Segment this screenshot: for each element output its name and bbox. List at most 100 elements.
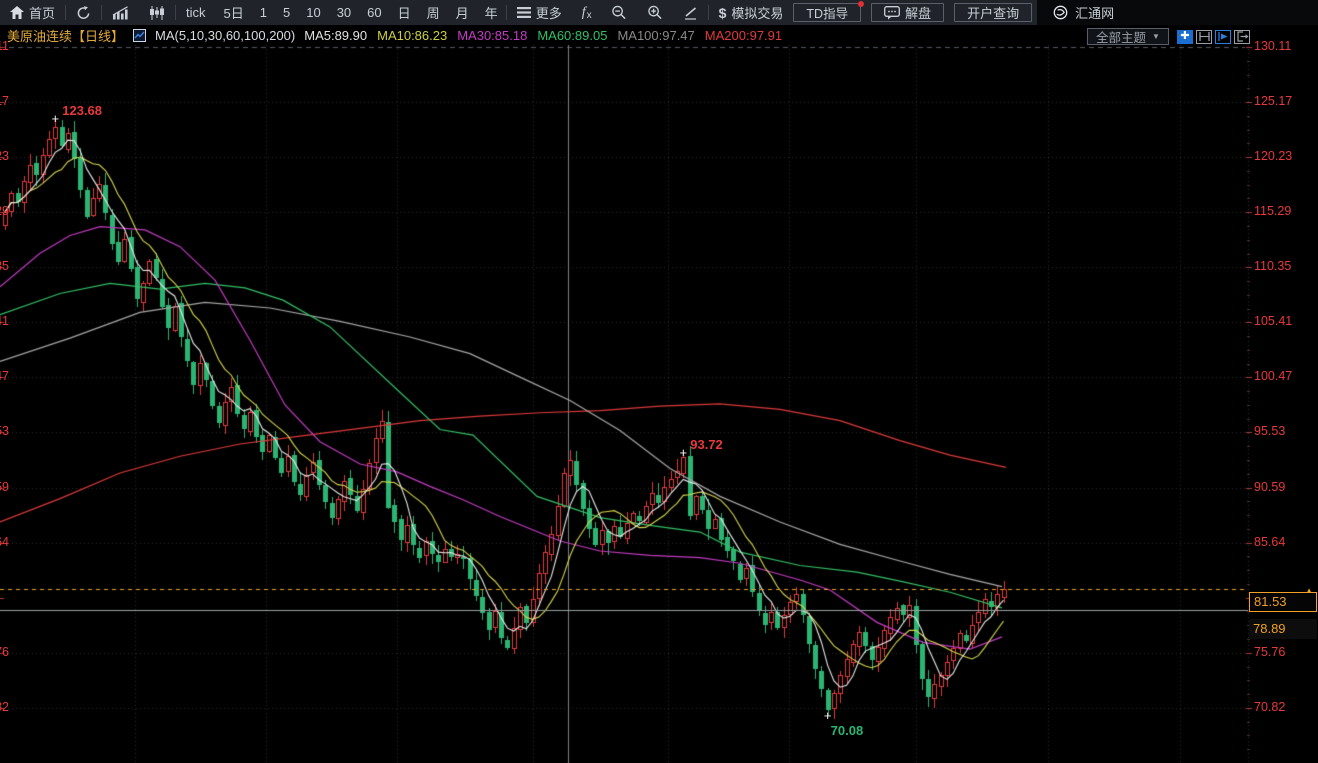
fit-width-icon[interactable]: [1196, 30, 1212, 44]
dollar-icon: $: [719, 5, 727, 21]
price-axis-label: 130.11: [1254, 39, 1291, 53]
toolbar-period-60[interactable]: 60: [359, 0, 389, 25]
toolbar-period-10[interactable]: 10: [298, 0, 328, 25]
toolbar-item-label: 汇通网: [1075, 3, 1114, 22]
toolbar-period-month[interactable]: 月: [448, 0, 477, 25]
toolbar-period-1[interactable]: 1: [252, 0, 275, 25]
toolbar-item-label: 60: [367, 5, 381, 20]
left-axis-clipped-text: 95.53: [0, 424, 9, 438]
price-axis-label: 115.29: [1254, 204, 1291, 218]
toolbar-item-label: 首页: [29, 3, 55, 22]
toolbar-account-query[interactable]: 开户查询: [954, 3, 1032, 22]
symbol-title: 美原油连续【日线】: [7, 26, 124, 45]
left-axis-clipped-text: 75.76: [0, 645, 9, 659]
play-forward-icon[interactable]: [1215, 30, 1231, 44]
left-axis-clipped-label: 70.82: [0, 700, 9, 715]
price-axis-label: 125.17: [1254, 94, 1292, 108]
toolbar-item-label: TD指导: [806, 3, 848, 22]
left-axis-clipped-label: 95.53: [0, 424, 9, 439]
ma-value-2: MA10:86.23: [377, 28, 447, 43]
home-icon: [10, 6, 24, 19]
toolbar-draw[interactable]: [673, 0, 708, 25]
price-axis-label: 70.82: [1254, 700, 1285, 714]
themes-dropdown[interactable]: 全部主题 ▼: [1087, 28, 1169, 45]
current-price-tag: ▲ 81.53: [1249, 592, 1317, 612]
ma-value-6: MA200:97.91: [705, 28, 782, 43]
extreme-price-label: 123.68: [62, 103, 102, 118]
chart-controls: 全部主题 ▼ ✚: [1087, 28, 1250, 45]
menu-icon: [517, 7, 531, 18]
price-axis-label: 120.23: [1254, 149, 1292, 163]
extreme-price-label: 70.08: [831, 723, 864, 738]
left-axis-clipped-label: 120.23: [0, 149, 9, 164]
left-axis-clipped-text: 90.59: [0, 480, 9, 494]
toolbar-fx678[interactable]: 汇通网: [1037, 0, 1318, 25]
toolbar-home[interactable]: 首页: [0, 0, 65, 25]
toolbar-tick[interactable]: tick: [176, 0, 216, 25]
left-axis-clipped-label: 85.64: [0, 535, 9, 550]
toolbar-jiepan[interactable]: 解盘: [871, 3, 944, 22]
toolbar-zoom-out[interactable]: [601, 0, 637, 25]
trading-app: 首页 tick 5日 15 10 30 60 日周月年 更多 fx $模拟交易 TD指导 解盘 开户查询 汇…: [0, 0, 1318, 763]
toolbar-item-label: 开户查询: [967, 3, 1019, 22]
toolbar-item-label: 月: [456, 3, 469, 22]
line-chart-icon: [112, 6, 129, 20]
toolbar-item-label: 周: [427, 3, 440, 22]
refresh-icon: [76, 6, 91, 20]
price-axis-label: 105.41: [1254, 314, 1292, 328]
toolbar-period-week[interactable]: 周: [419, 0, 448, 25]
left-axis-clipped-text: 105.41: [0, 314, 9, 328]
ma-value-4: MA60:89.05: [537, 28, 607, 43]
left-axis-clipped-text: 70.82: [0, 700, 9, 714]
chart-type-icon[interactable]: [133, 29, 146, 42]
toolbar-zoom-in[interactable]: [637, 0, 673, 25]
toolbar-more[interactable]: 更多: [507, 0, 572, 25]
zoom-out-icon: [611, 5, 627, 20]
ma-value-5: MA100:97.47: [617, 28, 694, 43]
toolbar-line-chart[interactable]: [102, 0, 139, 25]
toolbar-period-5[interactable]: 5: [275, 0, 298, 25]
toolbar-td-guide[interactable]: TD指导: [793, 3, 861, 22]
toolbar-item-label: 5日: [224, 3, 244, 22]
toolbar-sim-trade[interactable]: $模拟交易: [709, 0, 794, 25]
left-axis-clipped-label: 115.29: [0, 204, 9, 219]
pan-icon[interactable]: ✚: [1177, 30, 1193, 44]
toolbar-period-year[interactable]: 年: [477, 0, 506, 25]
toolbar-period-30[interactable]: 30: [329, 0, 359, 25]
left-axis-clipped-label: 75.76: [0, 645, 9, 660]
chat-icon: [884, 6, 900, 20]
toolbar-item-label: 日: [398, 3, 411, 22]
toolbar-item-label: 模拟交易: [731, 3, 783, 22]
price-axis-label: 85.64: [1254, 535, 1285, 549]
extreme-price-label: 93.72: [690, 437, 723, 452]
ma-values: MA5:89.90MA10:86.23MA30:85.18MA60:89.05M…: [304, 28, 783, 43]
current-price-value: 81.53: [1254, 594, 1287, 609]
left-axis-clipped-label: 125.17: [0, 94, 9, 109]
left-axis-clipped-text: 100.47: [0, 369, 9, 383]
left-axis-clipped-text: 125.17: [0, 94, 9, 108]
top-toolbar: 首页 tick 5日 15 10 30 60 日周月年 更多 fx $模拟交易 TD指导 解盘 开户查询 汇…: [0, 0, 1318, 25]
toolbar-item-label: 10: [306, 5, 320, 20]
toolbar-item-label: 5: [283, 5, 290, 20]
secondary-price-value: 78.89: [1253, 621, 1286, 636]
ma-value-1: MA5:89.90: [304, 28, 367, 43]
left-axis-clipped-text: 110.35: [0, 259, 9, 273]
toolbar-period-5d[interactable]: 5日: [216, 0, 252, 25]
toolbar-item-label: 更多: [536, 3, 562, 22]
themes-dropdown-label: 全部主题: [1096, 27, 1146, 46]
candle-chart-icon: [149, 6, 165, 20]
price-axis-label: 100.47: [1254, 369, 1292, 383]
ma-settings: MA(5,10,30,60,100,200): [155, 28, 295, 43]
extreme-cross-marker: +: [824, 708, 832, 723]
extreme-cross-marker: +: [679, 445, 687, 460]
price-axis-label: 95.53: [1254, 424, 1285, 438]
toolbar-candle-chart[interactable]: [139, 0, 175, 25]
toolbar-refresh[interactable]: [66, 0, 101, 25]
shift-right-icon[interactable]: [1234, 30, 1250, 44]
pencil-icon: [683, 6, 698, 20]
toolbar-period-day[interactable]: 日: [390, 0, 419, 25]
left-axis-clipped-text: 120.23: [0, 149, 9, 163]
toolbar-fx[interactable]: fx: [572, 0, 601, 25]
candlestick-chart[interactable]: [0, 0, 1318, 763]
price-axis-label: 110.35: [1254, 259, 1291, 273]
